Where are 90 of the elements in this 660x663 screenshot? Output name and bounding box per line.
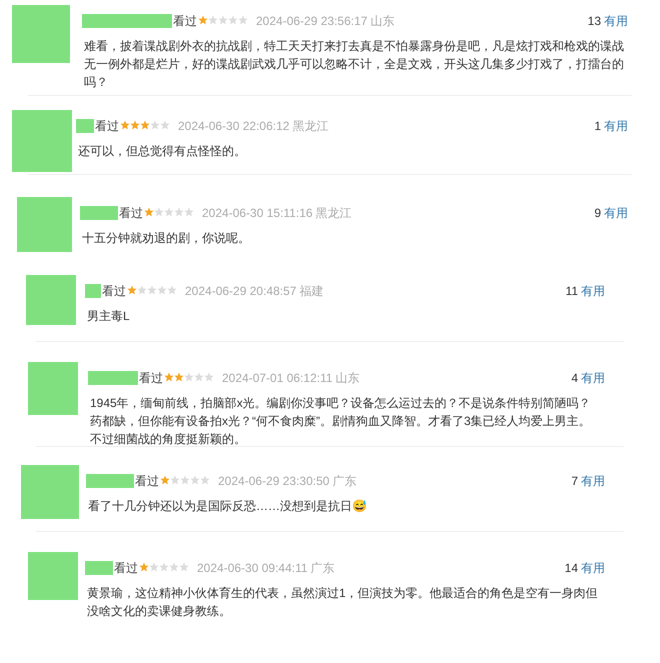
comment-location: 山东 xyxy=(336,370,360,386)
star-icon xyxy=(157,285,167,295)
useful-link[interactable]: 有用 xyxy=(604,13,628,29)
star-icon xyxy=(198,15,208,25)
star-icon xyxy=(169,562,179,572)
vote-count: 11 xyxy=(566,283,578,299)
star-icon xyxy=(164,207,174,217)
useful-link[interactable]: 有用 xyxy=(604,205,628,221)
comment-text: 男主毒L xyxy=(86,308,131,325)
username-redaction xyxy=(86,474,134,488)
useful-link[interactable]: 有用 xyxy=(581,560,605,576)
comment-text: 看了十几分钟还以为是国际反恐……没想到是抗日😅 xyxy=(87,498,368,515)
comment-time: 2024-06-30 15:11:16 xyxy=(202,205,313,221)
comment-location: 广东 xyxy=(332,473,356,489)
comment-location: 黑龙江 xyxy=(292,118,328,134)
star-icon xyxy=(184,207,194,217)
vote-count: 1 xyxy=(594,118,601,134)
avatar xyxy=(12,110,72,172)
watch-status: 看过 xyxy=(135,473,159,489)
comment-location: 黑龙江 xyxy=(316,205,352,221)
star-icon xyxy=(180,475,190,485)
star-icon xyxy=(238,15,248,25)
star-icon xyxy=(140,120,150,130)
star-icon xyxy=(149,562,159,572)
star-icon xyxy=(150,120,160,130)
star-icon xyxy=(164,372,174,382)
useful-link[interactable]: 有用 xyxy=(581,283,605,299)
comment-time: 2024-06-29 23:56:17 xyxy=(256,13,368,29)
useful-link[interactable]: 有用 xyxy=(581,473,605,489)
comment-time: 2024-06-30 22:06:12 xyxy=(178,118,290,134)
comment-location: 福建 xyxy=(299,283,324,299)
comment-text: 1945年，缅甸前线，拍脑部x光。编剧你没事吧？设备怎么运过去的？不是说条件特别简陋吗？药都缺，但你能有设备拍x光？“何不食肉糜”。剧情狗血又降智。才看了3集已经人均爱上男主。不过细菌战的角度挺新颖的。 xyxy=(89,395,592,448)
avatar xyxy=(17,197,72,252)
star-icon xyxy=(120,120,130,130)
username-redaction xyxy=(80,206,118,220)
star-icon xyxy=(218,15,228,25)
vote-count: 7 xyxy=(571,473,578,489)
comment-location: 广东 xyxy=(310,560,335,576)
star-icon xyxy=(130,120,140,130)
star-icon xyxy=(174,207,184,217)
comment-time: 2024-07-01 06:12:11 xyxy=(222,370,333,386)
star-icon xyxy=(228,15,238,25)
useful-link[interactable]: 有用 xyxy=(604,118,628,134)
star-icon xyxy=(170,475,180,485)
username-redaction xyxy=(85,284,101,298)
star-icon xyxy=(174,372,184,382)
comment-location: 山东 xyxy=(370,13,394,29)
star-icon xyxy=(159,562,169,572)
vote-count: 9 xyxy=(594,205,601,221)
watch-status: 看过 xyxy=(102,283,126,299)
username-redaction xyxy=(76,119,94,133)
star-icon xyxy=(204,372,214,382)
star-icon xyxy=(137,285,147,295)
comment-time: 2024-06-30 09:44:11 xyxy=(197,560,308,576)
avatar xyxy=(26,275,76,325)
star-icon xyxy=(194,372,204,382)
star-icon xyxy=(144,207,154,217)
useful-link[interactable]: 有用 xyxy=(581,370,605,386)
avatar xyxy=(28,552,78,600)
star-icon xyxy=(154,207,164,217)
comment-time: 2024-06-29 23:30:50 xyxy=(218,473,330,489)
star-icon xyxy=(160,120,170,130)
star-icon xyxy=(160,475,170,485)
watch-status: 看过 xyxy=(173,13,197,29)
star-icon xyxy=(184,372,194,382)
username-redaction xyxy=(85,561,113,575)
vote-count: 14 xyxy=(564,560,578,576)
avatar xyxy=(21,465,79,519)
vote-count: 4 xyxy=(571,370,578,386)
star-icon xyxy=(167,285,177,295)
vote-count: 13 xyxy=(588,13,601,29)
star-icon xyxy=(208,15,218,25)
comment-text: 难看，披着谍战剧外衣的抗战剧，特工天天打来打去真是不怕暴露身份是吧，凡是炫打戏和枪戏的谍战无一例外都是烂片，好的谍战剧武戏几乎可以忽略不计，全是文戏，开头这几集多少打戏了，打擂台的吗？ xyxy=(83,38,625,91)
star-icon xyxy=(190,475,200,485)
star-icon xyxy=(200,475,210,485)
comment-text: 黄景瑜，这位精神小伙体育生的代表，虽然演过1，但演技为零。他最适合的角色是空有一身肉但没啥文化的卖课健身教练。 xyxy=(86,585,599,620)
star-icon xyxy=(147,285,157,295)
star-icon xyxy=(127,285,137,295)
star-icon xyxy=(139,562,149,572)
comment-text: 十五分钟就劝退的剧，你说呢。 xyxy=(81,230,251,247)
star-icon xyxy=(179,562,189,572)
avatar xyxy=(28,362,78,415)
avatar xyxy=(12,5,70,63)
watch-status: 看过 xyxy=(114,560,138,576)
comment-time: 2024-06-29 20:48:57 xyxy=(185,283,296,299)
comment-text: 还可以，但总觉得有点怪怪的。 xyxy=(77,143,247,160)
watch-status: 看过 xyxy=(139,370,163,386)
username-redaction xyxy=(88,371,138,385)
watch-status: 看过 xyxy=(95,118,119,134)
watch-status: 看过 xyxy=(119,205,143,221)
